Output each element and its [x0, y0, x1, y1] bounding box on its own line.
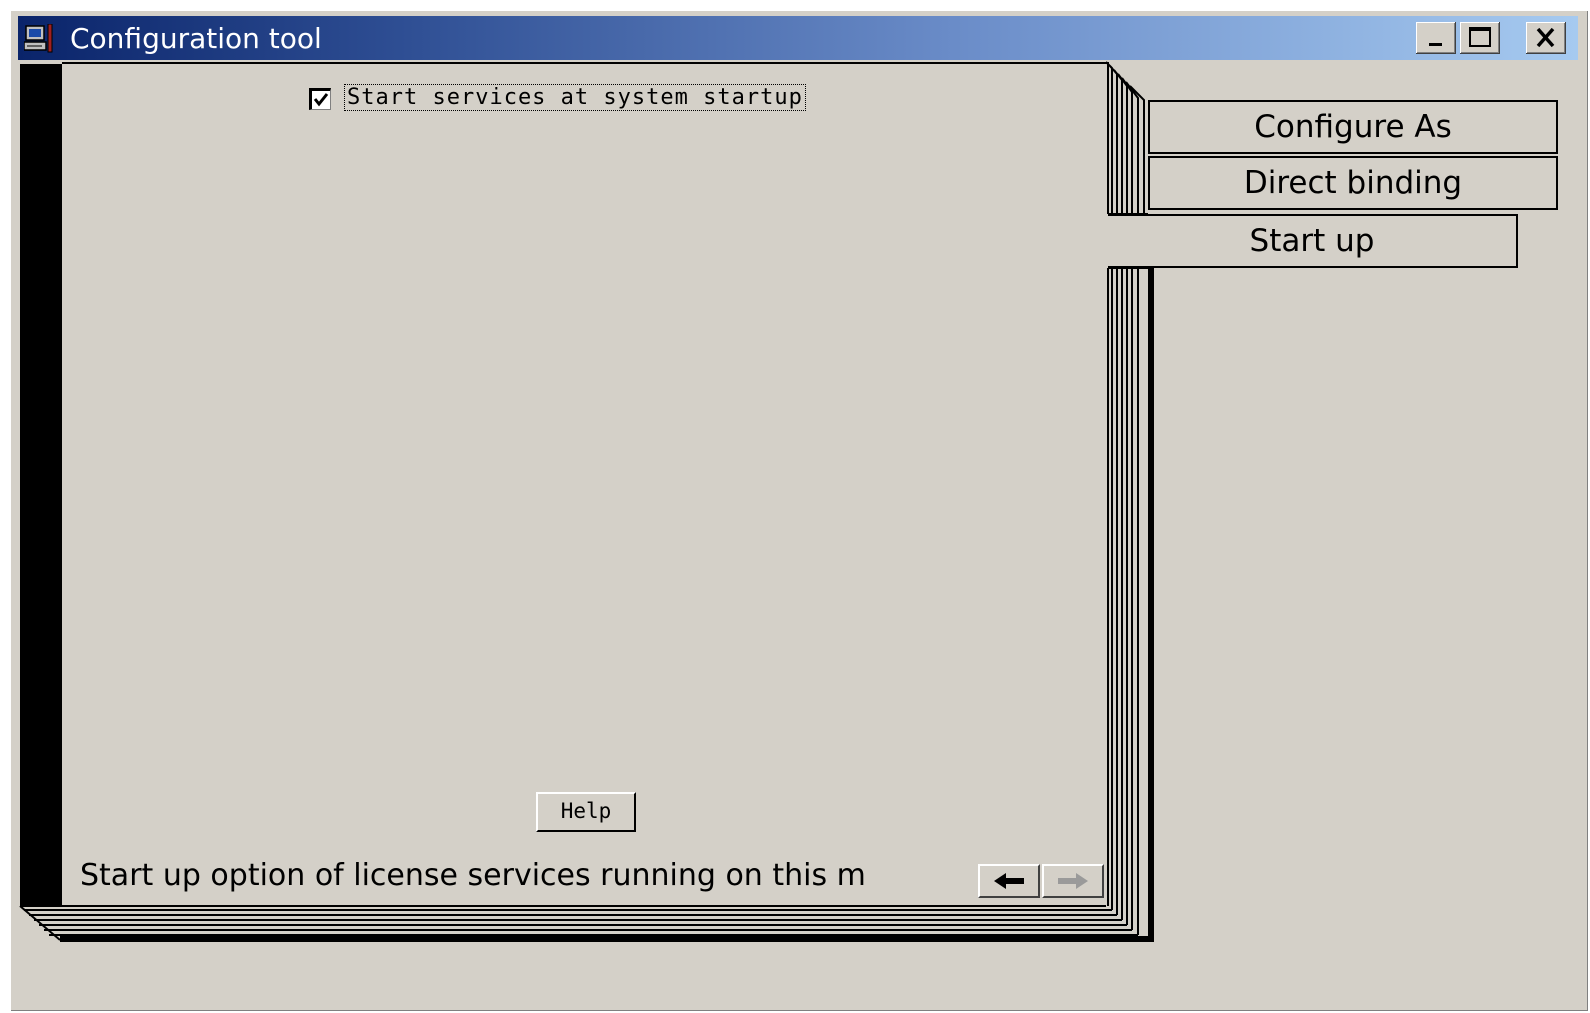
arrow-right-icon: [1058, 873, 1088, 889]
previous-button[interactable]: [978, 864, 1040, 898]
tab-direct-binding[interactable]: Direct binding: [1148, 156, 1558, 210]
status-description: Start up option of license services runn…: [80, 858, 866, 893]
config-window: Configuration tool Configure As Direct b…: [10, 10, 1588, 1011]
startup-checkbox-label[interactable]: Start services at system startup: [344, 84, 806, 111]
help-button[interactable]: Help: [536, 792, 636, 832]
tab-configure-as[interactable]: Configure As: [1148, 100, 1558, 154]
arrow-left-icon: [994, 873, 1024, 889]
tab-start-up[interactable]: Start up: [1108, 214, 1518, 268]
next-button[interactable]: [1042, 864, 1104, 898]
startup-checkbox[interactable]: [309, 88, 331, 110]
checkmark-icon: [313, 93, 329, 107]
